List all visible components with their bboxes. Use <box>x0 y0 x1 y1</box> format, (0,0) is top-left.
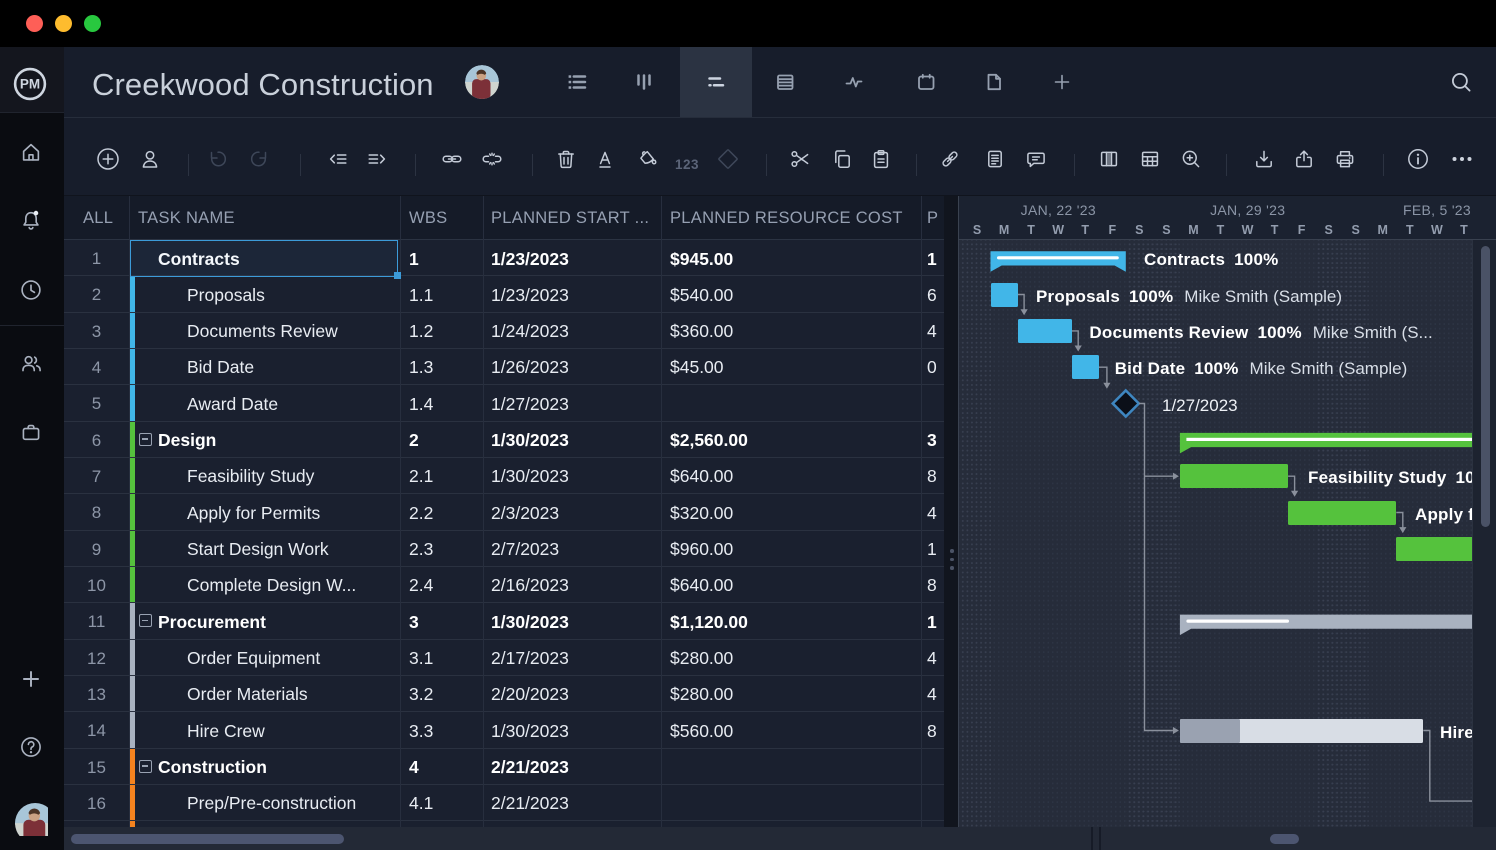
svg-text:PM: PM <box>20 76 40 91</box>
